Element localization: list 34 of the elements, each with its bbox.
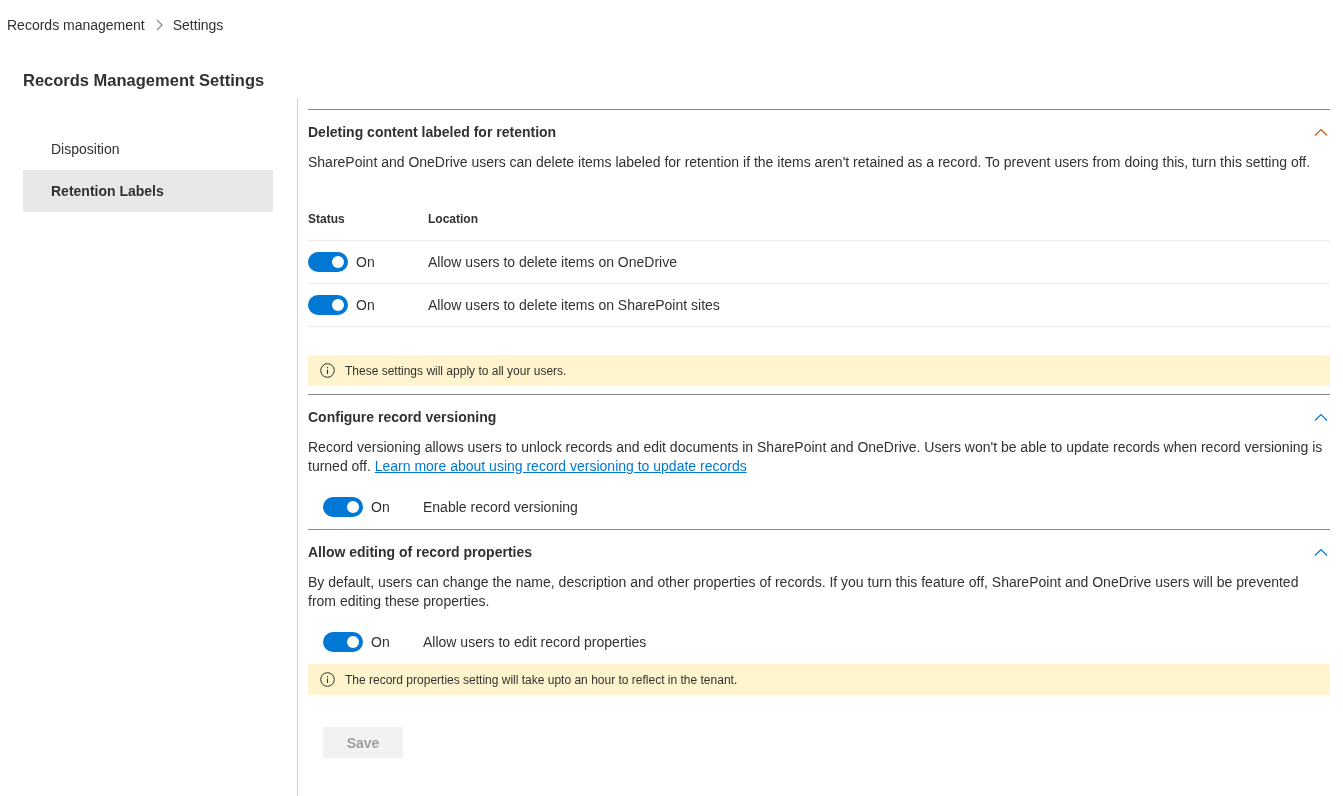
collapse-chevron-icon[interactable]: [1314, 128, 1328, 136]
collapse-chevron-icon[interactable]: [1314, 413, 1328, 421]
toggle-switch[interactable]: [308, 252, 348, 272]
toggle-state-label: On: [371, 634, 390, 650]
toggle-state-label: On: [371, 499, 390, 515]
column-header: Status: [308, 212, 346, 226]
info-icon: [320, 363, 335, 378]
toggle-switch[interactable]: [323, 497, 363, 517]
chevron-right-icon: [154, 19, 163, 31]
section-title: Allow editing of record properties: [308, 544, 533, 560]
sidebar-item[interactable]: Retention Labels: [23, 170, 273, 212]
breadcrumb-link[interactable]: Records management: [7, 17, 145, 33]
toggle-description: Allow users to edit record properties: [423, 634, 647, 650]
column-header: Location: [428, 212, 478, 226]
toggle-state-label: On: [356, 297, 375, 313]
notice-text: The record properties setting will take upto an hour to reflect in the tenant.: [345, 672, 738, 687]
section-description: SharePoint and OneDrive users can delete items labeled for retention if the items aren't retained as a record. To prevent users from doing this, turn this setting off.: [308, 153, 1312, 172]
breadcrumb-link[interactable]: Settings: [172, 17, 224, 33]
sidebar-item[interactable]: Disposition: [23, 128, 273, 170]
toggle-switch[interactable]: [323, 632, 363, 652]
location-label: Allow users to delete items on OneDrive: [428, 254, 677, 270]
notice-text: These settings will apply to all your users.: [345, 363, 567, 378]
info-icon: [320, 672, 335, 687]
section-title: Configure record versioning: [308, 409, 497, 425]
section-description: By default, users can change the name, description and other properties of records. If you turn this feature off, SharePoint and OneDrive users will be prevented from editing these properties.: [308, 573, 1300, 611]
section-title: Deleting content labeled for retention: [308, 124, 557, 140]
page-title: Records Management Settings: [23, 71, 266, 90]
toggle-description: Enable record versioning: [423, 499, 578, 515]
toggle-switch[interactable]: [308, 295, 348, 315]
location-label: Allow users to delete items on SharePoint sites: [428, 297, 720, 313]
collapse-chevron-icon[interactable]: [1314, 548, 1328, 556]
toggle-state-label: On: [356, 254, 375, 270]
learn-more-link[interactable]: Learn more about using record versioning to update records: [374, 458, 747, 474]
section-description: Record versioning allows users to unlock records and edit documents in SharePoint and OneDrive. Users won't be able to update records when record versioning is turned off. Learn more about using record versioning to update records: [308, 438, 1324, 476]
